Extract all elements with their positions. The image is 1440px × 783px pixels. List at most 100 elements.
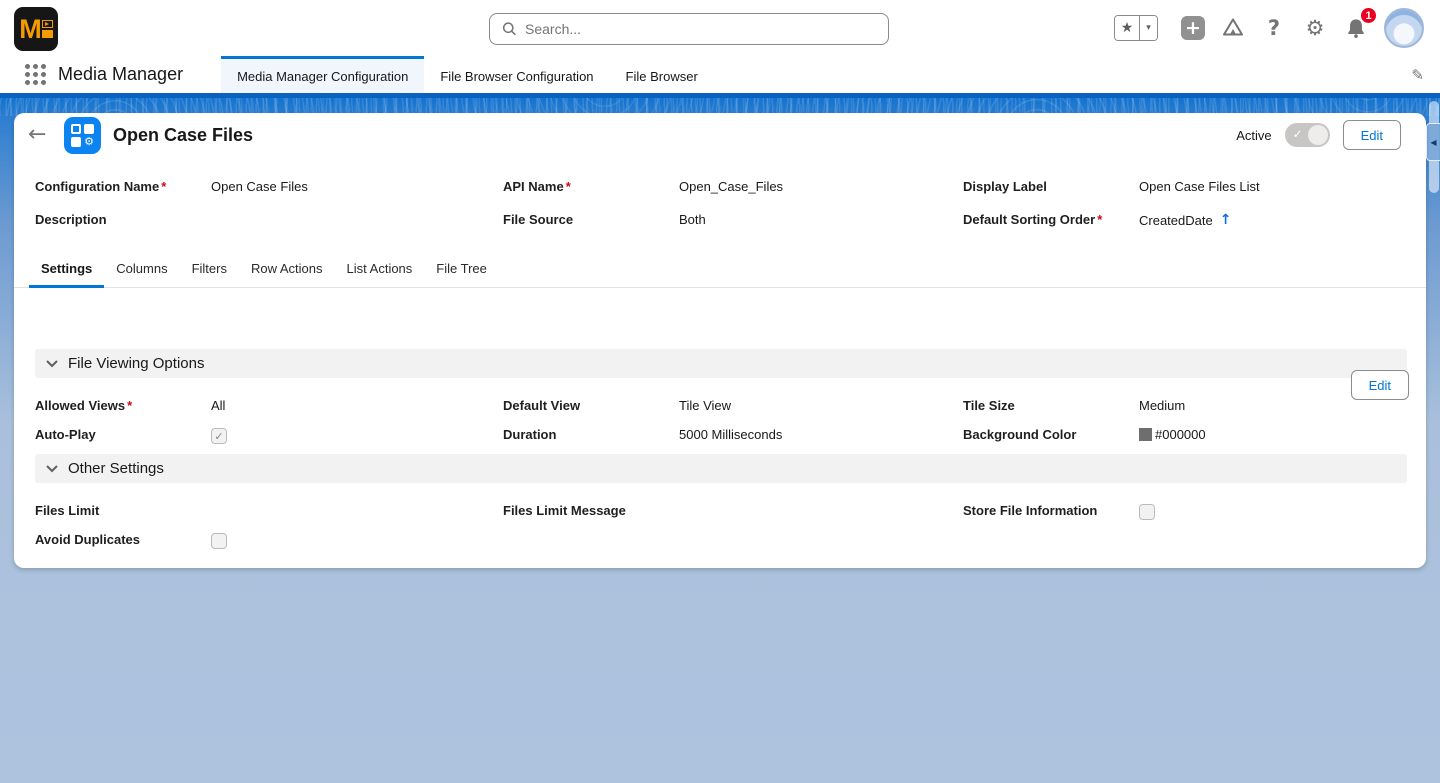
tab-columns[interactable]: Columns bbox=[104, 249, 179, 287]
image-icon bbox=[42, 30, 53, 38]
field-label: Default View bbox=[503, 398, 679, 413]
global-actions-button[interactable]: + bbox=[1181, 16, 1205, 40]
chevron-down-icon bbox=[45, 464, 59, 473]
settings-panel: Edit File Viewing Options Allowed Views*… bbox=[14, 349, 1426, 630]
pencil-icon: ✎ bbox=[1411, 66, 1424, 84]
tab-settings[interactable]: Settings bbox=[29, 249, 104, 287]
global-header: M ★ ▾ + bbox=[0, 0, 1440, 56]
other-settings-fields: Files Limit Files Limit Message Store Fi… bbox=[35, 503, 1407, 552]
active-toggle[interactable]: ✓ bbox=[1285, 123, 1330, 147]
field-label: Description bbox=[35, 212, 211, 227]
field-duration: Duration 5000 Milliseconds bbox=[503, 427, 963, 447]
field-value: Tile View bbox=[679, 398, 731, 413]
notification-badge: 1 bbox=[1359, 6, 1378, 25]
store-file-information-checkbox[interactable]: ✓ bbox=[1139, 504, 1155, 520]
field-default-view: Default View Tile View bbox=[503, 398, 963, 418]
help-button[interactable]: ? bbox=[1261, 15, 1287, 41]
field-avoid-duplicates: Avoid Duplicates ✓ bbox=[35, 532, 503, 552]
guidance-center-button[interactable] bbox=[1220, 15, 1246, 41]
detail-tabs: Settings Columns Filters Row Actions Lis… bbox=[14, 249, 1426, 288]
trailhead-icon bbox=[1221, 16, 1245, 40]
field-value: Open_Case_Files bbox=[679, 179, 783, 194]
global-header-actions: ★ ▾ + ? ⚙ bbox=[1114, 0, 1424, 56]
avoid-duplicates-checkbox[interactable]: ✓ bbox=[211, 533, 227, 549]
page-title: Open Case Files bbox=[113, 125, 253, 146]
field-store-file-information: Store File Information ✓ bbox=[963, 503, 1407, 523]
field-value: Open Case Files List bbox=[1139, 179, 1260, 194]
edit-record-button[interactable]: Edit bbox=[1343, 120, 1401, 150]
tab-row-actions[interactable]: Row Actions bbox=[239, 249, 335, 287]
plus-icon: + bbox=[1185, 19, 1201, 38]
tab-filters[interactable]: Filters bbox=[180, 249, 239, 287]
field-label: API Name* bbox=[503, 179, 679, 194]
astro-avatar-image bbox=[1386, 10, 1422, 46]
favorites-button-group: ★ ▾ bbox=[1114, 15, 1158, 41]
field-allowed-views: Allowed Views* All bbox=[35, 398, 503, 418]
field-label: Default Sorting Order* bbox=[963, 212, 1139, 227]
back-button[interactable]: ← bbox=[28, 124, 56, 146]
field-description: Description bbox=[35, 212, 503, 232]
question-mark-icon: ? bbox=[1268, 16, 1280, 40]
field-label: Configuration Name* bbox=[35, 179, 211, 194]
check-icon: ✓ bbox=[214, 431, 223, 442]
active-toggle-label: Active bbox=[1236, 128, 1271, 143]
favorites-dropdown-button[interactable]: ▾ bbox=[1140, 16, 1157, 40]
field-label: Store File Information bbox=[963, 503, 1139, 518]
star-icon: ★ bbox=[1121, 20, 1134, 36]
field-label: Files Limit bbox=[35, 503, 211, 518]
field-value: 5000 Milliseconds bbox=[679, 427, 782, 442]
field-files-limit-message: Files Limit Message bbox=[503, 503, 963, 523]
field-display-label: Display Label Open Case Files List bbox=[963, 179, 1406, 199]
caret-down-icon: ▾ bbox=[1146, 23, 1151, 33]
collapse-panel-button[interactable]: ◀ bbox=[1426, 123, 1440, 161]
field-files-limit: Files Limit bbox=[35, 503, 503, 523]
favorite-star-button[interactable]: ★ bbox=[1115, 16, 1140, 40]
field-label: Avoid Duplicates bbox=[35, 532, 211, 547]
color-swatch bbox=[1139, 428, 1152, 441]
field-label: Display Label bbox=[963, 179, 1139, 194]
record-header-actions: Active ✓ Edit bbox=[1236, 120, 1401, 150]
field-value: Both bbox=[679, 212, 706, 227]
back-arrow-icon: ← bbox=[28, 122, 46, 147]
field-label: Duration bbox=[503, 427, 679, 442]
file-viewing-options-fields: Allowed Views* All Default View Tile Vie… bbox=[35, 398, 1407, 447]
field-file-source: File Source Both bbox=[503, 212, 963, 232]
field-label: Allowed Views* bbox=[35, 398, 211, 413]
chevron-down-icon bbox=[45, 359, 59, 368]
sort-ascending-icon[interactable]: ↑ bbox=[1220, 212, 1232, 228]
setup-button[interactable]: ⚙ bbox=[1302, 15, 1328, 41]
app-launcher-button[interactable] bbox=[25, 64, 46, 85]
tab-list-actions[interactable]: List Actions bbox=[335, 249, 425, 287]
edit-navigation-button[interactable]: ✎ bbox=[1411, 56, 1424, 93]
check-icon: ✓ bbox=[1293, 128, 1303, 140]
nav-tab-file-browser[interactable]: File Browser bbox=[610, 56, 714, 93]
required-asterisk: * bbox=[161, 179, 166, 194]
field-configuration-name: Configuration Name* Open Case Files bbox=[35, 179, 503, 199]
field-value: Open Case Files bbox=[211, 179, 308, 194]
section-other-settings[interactable]: Other Settings bbox=[35, 454, 1407, 483]
record-header: ← ⚙ Open Case Files Active ✓ Edit bbox=[14, 113, 1426, 157]
field-label: Tile Size bbox=[963, 398, 1139, 413]
nav-tab-file-browser-configuration[interactable]: File Browser Configuration bbox=[424, 56, 609, 93]
app-logo[interactable]: M bbox=[14, 7, 58, 51]
tab-file-tree[interactable]: File Tree bbox=[424, 249, 499, 287]
auto-play-checkbox[interactable]: ✓ bbox=[211, 428, 227, 444]
field-auto-play: Auto-Play ✓ bbox=[35, 427, 503, 447]
section-file-viewing-options[interactable]: File Viewing Options bbox=[35, 349, 1407, 378]
waffle-icon bbox=[25, 64, 46, 85]
edit-settings-button[interactable]: Edit bbox=[1351, 370, 1409, 400]
nav-tab-media-manager-configuration[interactable]: Media Manager Configuration bbox=[221, 56, 424, 93]
play-icon bbox=[42, 20, 53, 28]
global-search[interactable] bbox=[489, 13, 889, 45]
notifications-button[interactable]: 1 bbox=[1343, 15, 1369, 41]
toggle-knob bbox=[1308, 125, 1328, 145]
configuration-object-icon: ⚙ bbox=[64, 117, 101, 154]
field-value: All bbox=[211, 398, 225, 413]
search-input[interactable] bbox=[525, 21, 876, 37]
field-label: Background Color bbox=[963, 427, 1139, 442]
collapse-arrow-icon: ◀ bbox=[1430, 138, 1436, 147]
user-avatar[interactable] bbox=[1384, 8, 1424, 48]
field-value: #000000 bbox=[1139, 427, 1206, 442]
main-content: ← ⚙ Open Case Files Active ✓ Edit bbox=[0, 93, 1440, 783]
field-default-sorting-order: Default Sorting Order* CreatedDate↑ bbox=[963, 212, 1406, 232]
